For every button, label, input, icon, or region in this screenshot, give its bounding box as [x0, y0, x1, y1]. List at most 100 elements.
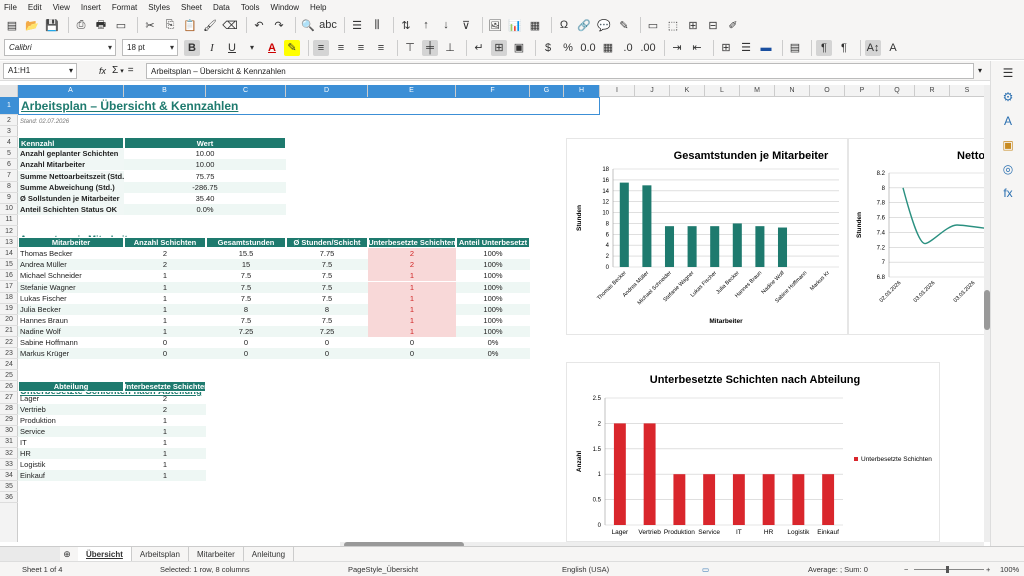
sort-icon[interactable]: ⇅ — [398, 17, 414, 33]
center-vertically-icon[interactable]: ╪ — [422, 39, 438, 56]
department-value-cell[interactable]: 1 — [124, 448, 206, 460]
font-name-combo[interactable]: Calibri ▾ — [4, 39, 116, 56]
employee-name-cell[interactable]: Julia Becker — [18, 303, 124, 315]
employee-header-cell[interactable]: Gesamtstunden — [206, 237, 286, 249]
kpi-label-cell[interactable]: Anzahl geplanter Schichten — [18, 148, 124, 160]
column-header[interactable]: H — [564, 85, 600, 97]
sheet-tab[interactable]: Arbeitsplan — [132, 546, 189, 562]
wrap-text-icon[interactable]: ↵ — [471, 40, 487, 56]
row-header[interactable]: 32 — [0, 448, 18, 460]
export-pdf-icon[interactable]: ⎙ — [73, 17, 89, 33]
zoom-out-icon[interactable]: − — [904, 565, 908, 574]
employee-value-cell[interactable]: 7.5 — [206, 281, 286, 293]
kpi-label-cell[interactable]: Anzahl Mitarbeiter — [18, 159, 124, 171]
row-header[interactable]: 10 — [0, 204, 18, 215]
chevron-down-icon[interactable]: ▾ — [69, 66, 73, 75]
borders-icon[interactable]: ⊞ — [718, 40, 734, 56]
employee-header-cell[interactable]: Unterbesetzte Schichten — [368, 237, 456, 249]
department-value-cell[interactable]: 2 — [124, 403, 206, 415]
show-draw-functions-icon[interactable]: ✐ — [725, 17, 741, 33]
department-header-cell[interactable]: Abteilung — [18, 381, 124, 393]
kpi-label-cell[interactable]: Anteil Schichten Status OK — [18, 203, 124, 215]
menu-styles[interactable]: Styles — [148, 3, 170, 12]
employee-value-cell[interactable]: 1 — [368, 325, 456, 337]
sheet-tab[interactable]: Anleitung — [244, 546, 295, 562]
column-header[interactable]: J — [635, 85, 670, 97]
kpi-header-cell[interactable]: Kennzahl — [18, 137, 124, 149]
row-icon[interactable]: ☰ — [349, 17, 365, 33]
employee-value-cell[interactable]: 1 — [124, 293, 206, 304]
freeze-rows-columns-icon[interactable]: ⊞ — [685, 17, 701, 33]
employee-value-cell[interactable]: 0 — [206, 348, 286, 360]
menu-data[interactable]: Data — [213, 3, 230, 12]
styles-icon[interactable]: A — [991, 109, 1024, 133]
row-header[interactable]: 26 — [0, 381, 18, 393]
row-header[interactable]: 23 — [0, 348, 18, 360]
row-header[interactable]: 18 — [0, 293, 18, 304]
decrease-indent-icon[interactable]: ⇤ — [689, 40, 705, 56]
department-value-cell[interactable]: 1 — [124, 415, 206, 426]
employee-value-cell[interactable]: 2 — [368, 248, 456, 260]
employee-value-cell[interactable]: 7.25 — [206, 325, 286, 337]
employee-value-cell[interactable]: 7.5 — [206, 315, 286, 326]
print-preview-icon[interactable]: ▭ — [113, 17, 129, 33]
comment-icon[interactable]: 💬 — [596, 17, 612, 33]
justify-icon[interactable]: ≡ — [373, 40, 389, 56]
status-page-style[interactable]: PageStyle_Übersicht — [348, 565, 418, 574]
employee-value-cell[interactable]: 100% — [456, 325, 530, 337]
chevron-down-icon[interactable]: ▾ — [108, 43, 112, 52]
employee-value-cell[interactable]: 0 — [124, 337, 206, 348]
kpi-label-cell[interactable]: Summe Abweichung (Std.) — [18, 181, 124, 193]
new-document-icon[interactable]: ▤ — [4, 17, 20, 33]
chevron-down-icon[interactable]: ▾ — [120, 67, 124, 75]
split-window-icon[interactable]: ⊟ — [705, 17, 721, 33]
employee-name-cell[interactable]: Thomas Becker — [18, 248, 124, 259]
selection-mode-icon[interactable]: ▭ — [702, 565, 709, 574]
employee-value-cell[interactable]: 100% — [456, 259, 530, 271]
row-header[interactable]: 8 — [0, 182, 18, 193]
chart-netto[interactable]: Netto 6.8 7 7.2 7.4 7.6 7.8 8 8.2 Stunden 02.03.20… — [848, 138, 984, 335]
employee-header-cell[interactable]: Ø Stunden/Schicht — [286, 237, 368, 249]
zoom-level[interactable]: 100% — [1000, 565, 1019, 574]
department-name-cell[interactable]: Produktion — [18, 415, 124, 426]
department-value-cell[interactable]: 1 — [124, 459, 206, 470]
employee-value-cell[interactable]: 100% — [456, 303, 530, 315]
sheet-navigation[interactable] — [0, 546, 60, 562]
font-size-combo[interactable]: 18 pt ▾ — [122, 39, 178, 56]
employee-value-cell[interactable]: 100% — [456, 293, 530, 304]
left-to-right-icon[interactable]: ¶ — [816, 39, 832, 56]
define-print-area-icon[interactable]: ⬚ — [665, 17, 681, 33]
employee-name-cell[interactable]: Michael Schneider — [18, 270, 124, 281]
employee-value-cell[interactable]: 7.5 — [206, 270, 286, 281]
add-sheet-icon[interactable]: ⊕ — [60, 546, 74, 562]
clear-formatting-icon[interactable]: ⌫ — [222, 17, 238, 33]
employee-header-cell[interactable]: Anzahl Schichten — [124, 237, 206, 249]
chevron-down-icon[interactable]: ▾ — [170, 43, 174, 52]
employee-value-cell[interactable]: 0 — [124, 348, 206, 360]
format-percent-icon[interactable]: % — [560, 40, 576, 56]
column-header[interactable]: N — [775, 85, 810, 97]
row-header[interactable]: 33 — [0, 459, 18, 471]
row-header[interactable]: 19 — [0, 304, 18, 315]
column-header[interactable]: S — [950, 85, 985, 97]
employee-value-cell[interactable]: 2 — [368, 259, 456, 271]
merge-cells-icon[interactable]: ▣ — [511, 40, 527, 56]
department-name-cell[interactable]: Service — [18, 425, 124, 437]
kpi-label-cell[interactable]: Ø Sollstunden je Mitarbeiter — [18, 192, 124, 204]
column-header[interactable]: I — [600, 85, 635, 97]
department-name-cell[interactable]: Lager — [18, 393, 124, 404]
copy-icon[interactable]: ⎘ — [162, 17, 178, 33]
employee-value-cell[interactable]: 7.5 — [286, 281, 368, 293]
department-value-cell[interactable]: 1 — [124, 470, 206, 482]
department-value-cell[interactable]: 1 — [124, 425, 206, 437]
navigator-icon[interactable]: ◎ — [991, 157, 1024, 181]
functions-icon[interactable]: fx — [991, 181, 1024, 205]
row-header[interactable]: 29 — [0, 415, 18, 426]
menu-edit[interactable]: Edit — [28, 3, 42, 12]
menu-insert[interactable]: Insert — [81, 3, 101, 12]
row-header[interactable]: 14 — [0, 248, 18, 260]
menu-view[interactable]: View — [53, 3, 70, 12]
row-header[interactable]: 24 — [0, 359, 18, 371]
highlight-color-icon[interactable]: ✎ — [284, 39, 300, 56]
sheet-tab[interactable]: Mitarbeiter — [189, 546, 244, 562]
